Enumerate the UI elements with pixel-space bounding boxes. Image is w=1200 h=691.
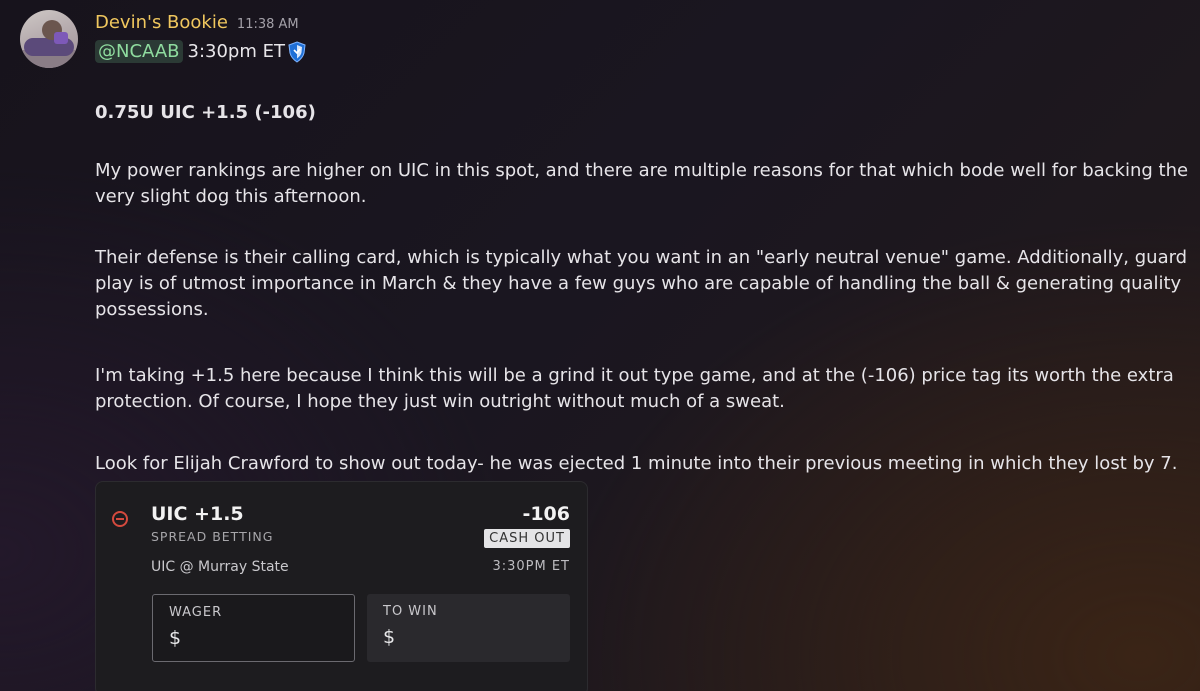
message-paragraph: Look for Elijah Crawford to show out tod… bbox=[95, 453, 1178, 474]
blue-shield-icon bbox=[287, 40, 307, 63]
game-time: 3:30pm ET bbox=[187, 41, 285, 62]
pick-line: 0.75U UIC +1.5 (-106) bbox=[95, 102, 316, 123]
cash-out-button[interactable]: CASH OUT bbox=[484, 529, 570, 548]
author-name[interactable]: Devin's Bookie bbox=[95, 12, 228, 33]
message-paragraph: I'm taking +1.5 here because I think thi… bbox=[95, 365, 1174, 412]
role-mention[interactable]: @NCAAB bbox=[95, 40, 183, 63]
remove-selection-icon[interactable] bbox=[112, 511, 128, 527]
bet-market: SPREAD BETTING bbox=[151, 529, 274, 544]
message-paragraph: Their defense is their calling card, whi… bbox=[95, 247, 1188, 320]
author-avatar[interactable] bbox=[20, 10, 78, 68]
bet-odds: -106 bbox=[522, 503, 570, 525]
wager-label: WAGER bbox=[169, 605, 223, 620]
bet-start-time: 3:30PM ET bbox=[492, 559, 570, 574]
bet-selection: UIC +1.5 bbox=[151, 503, 244, 525]
to-win-currency: $ bbox=[383, 626, 396, 648]
wager-currency: $ bbox=[169, 627, 182, 649]
bet-slip-card: UIC +1.5 SPREAD BETTING UIC @ Murray Sta… bbox=[95, 481, 588, 691]
wager-input[interactable]: WAGER $ bbox=[152, 594, 355, 662]
message-timestamp[interactable]: 11:38 AM bbox=[237, 17, 299, 32]
bet-matchup: UIC @ Murray State bbox=[151, 559, 289, 575]
message-paragraph: My power rankings are higher on UIC in t… bbox=[95, 160, 1189, 207]
to-win-label: TO WIN bbox=[383, 604, 438, 619]
message-header: Devin's Bookie 11:38 AM bbox=[95, 12, 299, 33]
message-tagline: @NCAAB 3:30pm ET bbox=[95, 40, 307, 63]
to-win-field: TO WIN $ bbox=[367, 594, 570, 662]
